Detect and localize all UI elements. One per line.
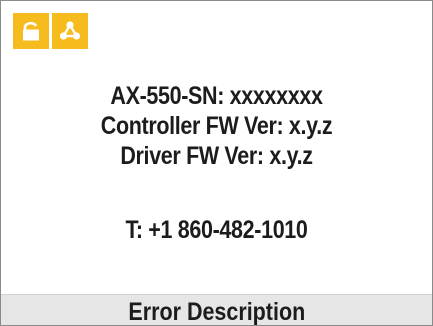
lock-icon — [23, 21, 39, 41]
error-description-label: Error Description — [128, 298, 305, 326]
error-description-bar[interactable]: Error Description — [1, 294, 432, 326]
device-info-screen: AX-550-SN: xxxxxxxx Controller FW Ver: x… — [0, 0, 433, 326]
controller-fw-version-text: Controller FW Ver: x.y.z — [100, 112, 333, 140]
driver-fw-version-text: Driver FW Ver: x.y.z — [120, 142, 313, 170]
network-button[interactable] — [52, 13, 88, 49]
phone-number-text: T: +1 860-482-1010 — [125, 216, 308, 244]
device-info-panel: AX-550-SN: xxxxxxxx Controller FW Ver: x… — [31, 81, 402, 245]
serial-number-text: AX-550-SN: xxxxxxxx — [110, 82, 323, 110]
lock-button[interactable] — [13, 13, 49, 49]
network-icon — [59, 21, 81, 40]
